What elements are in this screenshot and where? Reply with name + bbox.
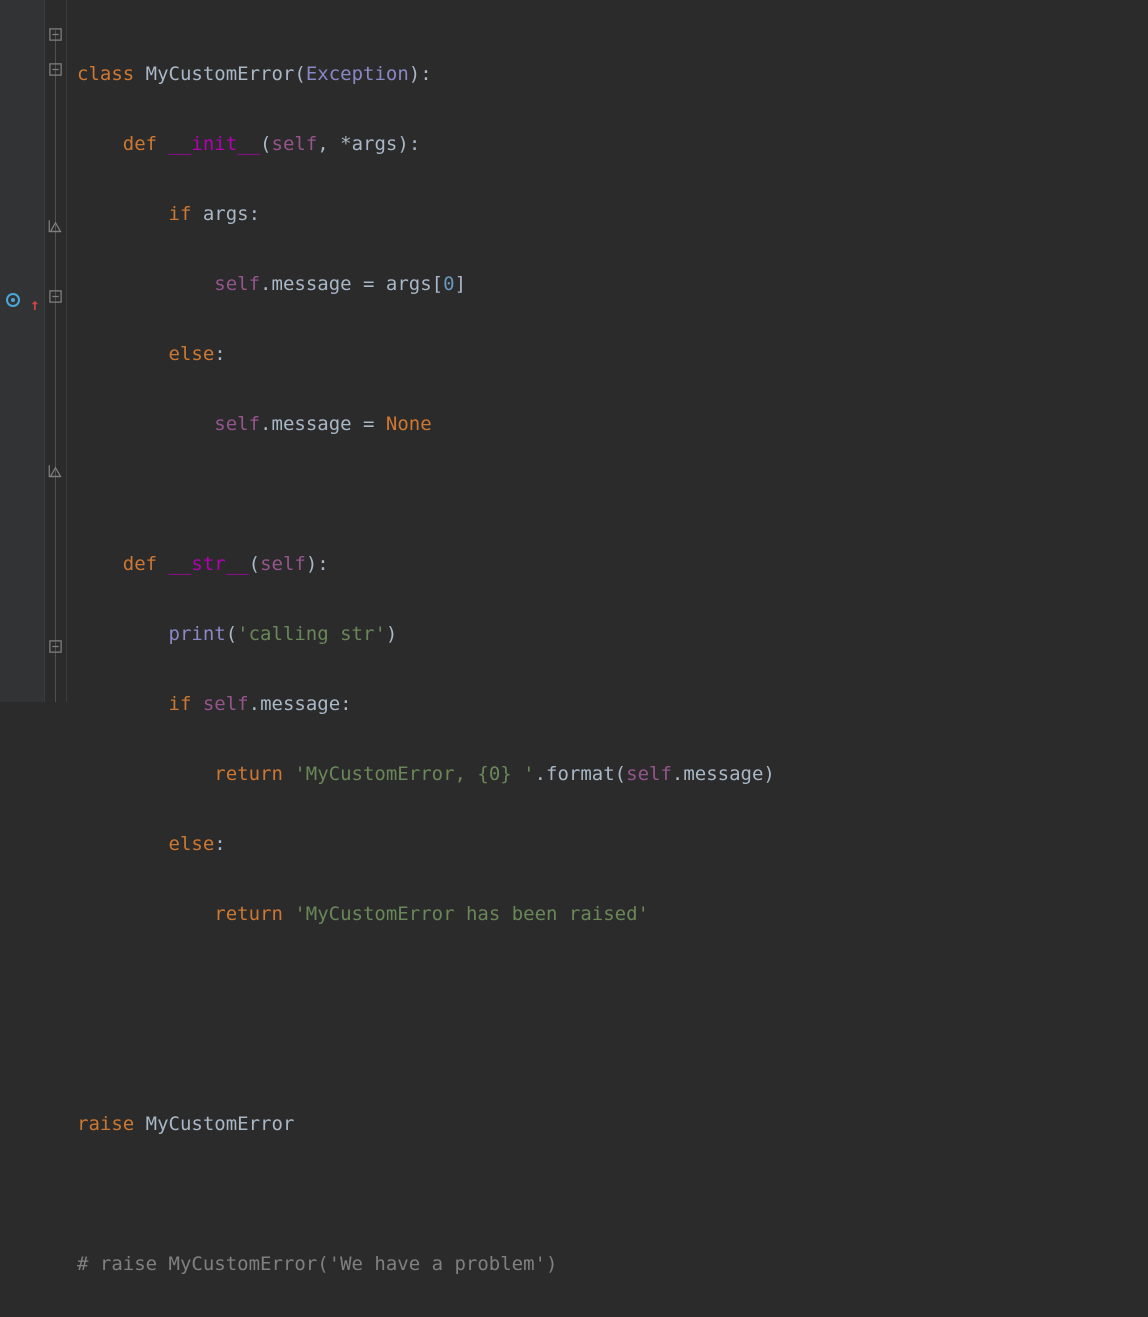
keyword-def: def [123, 553, 169, 575]
base-class: Exception [306, 63, 409, 85]
code-line[interactable]: class MyCustomError(Exception): [77, 57, 1148, 92]
code-line[interactable] [77, 967, 1148, 1002]
code-line[interactable]: self.message = None [77, 407, 1148, 442]
code-line[interactable]: # raise MyCustomError('We have a problem… [77, 1247, 1148, 1282]
fold-end-icon[interactable] [48, 464, 63, 479]
code-line[interactable]: if self.message: [77, 687, 1148, 722]
fold-toggle-icon[interactable] [48, 639, 63, 654]
attr: message [272, 273, 364, 295]
code-line[interactable]: else: [77, 827, 1148, 862]
self-ref: self [214, 413, 260, 435]
number-literal: 0 [443, 273, 454, 295]
method-name: __init__ [169, 133, 261, 155]
keyword-else: else [169, 833, 215, 855]
code-line[interactable]: return 'MyCustomError has been raised' [77, 897, 1148, 932]
keyword-if: if [169, 203, 203, 225]
code-line[interactable]: return 'MyCustomError, {0} '.format(self… [77, 757, 1148, 792]
string-literal: 'calling str' [237, 623, 386, 645]
attr: message [260, 693, 340, 715]
code-line[interactable]: def __str__(self): [77, 547, 1148, 582]
method-name: __str__ [169, 553, 249, 575]
self-ref: self [214, 273, 260, 295]
param: args [352, 133, 398, 155]
code-line[interactable]: print('calling str') [77, 617, 1148, 652]
class-name: MyCustomError [146, 63, 295, 85]
keyword-def: def [123, 133, 169, 155]
self-param: self [272, 133, 318, 155]
method-call: format [546, 763, 615, 785]
override-icon[interactable]: ↑ [6, 289, 20, 307]
code-line[interactable]: else: [77, 337, 1148, 372]
code-line[interactable]: self.message = args[0] [77, 267, 1148, 302]
fold-end-icon[interactable] [48, 219, 63, 234]
code-line[interactable] [77, 1177, 1148, 1212]
none-literal: None [386, 413, 432, 435]
code-line[interactable]: raise MyCustomError [77, 1107, 1148, 1142]
code-line[interactable] [77, 1037, 1148, 1072]
fold-toggle-icon[interactable] [48, 62, 63, 77]
comment: # raise MyCustomError('We have a problem… [77, 1253, 557, 1275]
code-line[interactable] [77, 477, 1148, 512]
fold-toggle-icon[interactable] [48, 289, 63, 304]
self-ref: self [203, 693, 249, 715]
self-ref: self [626, 763, 672, 785]
string-literal: 'MyCustomError, {0} ' [294, 763, 534, 785]
code-line[interactable]: if args: [77, 197, 1148, 232]
string-literal: 'MyCustomError has been raised' [294, 903, 649, 925]
keyword-if: if [169, 693, 203, 715]
fold-toggle-icon[interactable] [48, 27, 63, 42]
gutter: ↑ [0, 0, 45, 702]
keyword-raise: raise [77, 1113, 146, 1135]
fold-region [45, 0, 67, 702]
print-call: print [169, 623, 226, 645]
fold-guide-line [55, 30, 56, 702]
code-line[interactable]: def __init__(self, *args): [77, 127, 1148, 162]
keyword-return: return [214, 903, 294, 925]
attr: message [272, 413, 364, 435]
code-editor[interactable]: class MyCustomError(Exception): def __in… [67, 0, 1148, 702]
exception-name: MyCustomError [146, 1113, 295, 1135]
keyword-else: else [169, 343, 215, 365]
keyword-return: return [214, 763, 294, 785]
keyword-class: class [77, 63, 146, 85]
self-param: self [260, 553, 306, 575]
